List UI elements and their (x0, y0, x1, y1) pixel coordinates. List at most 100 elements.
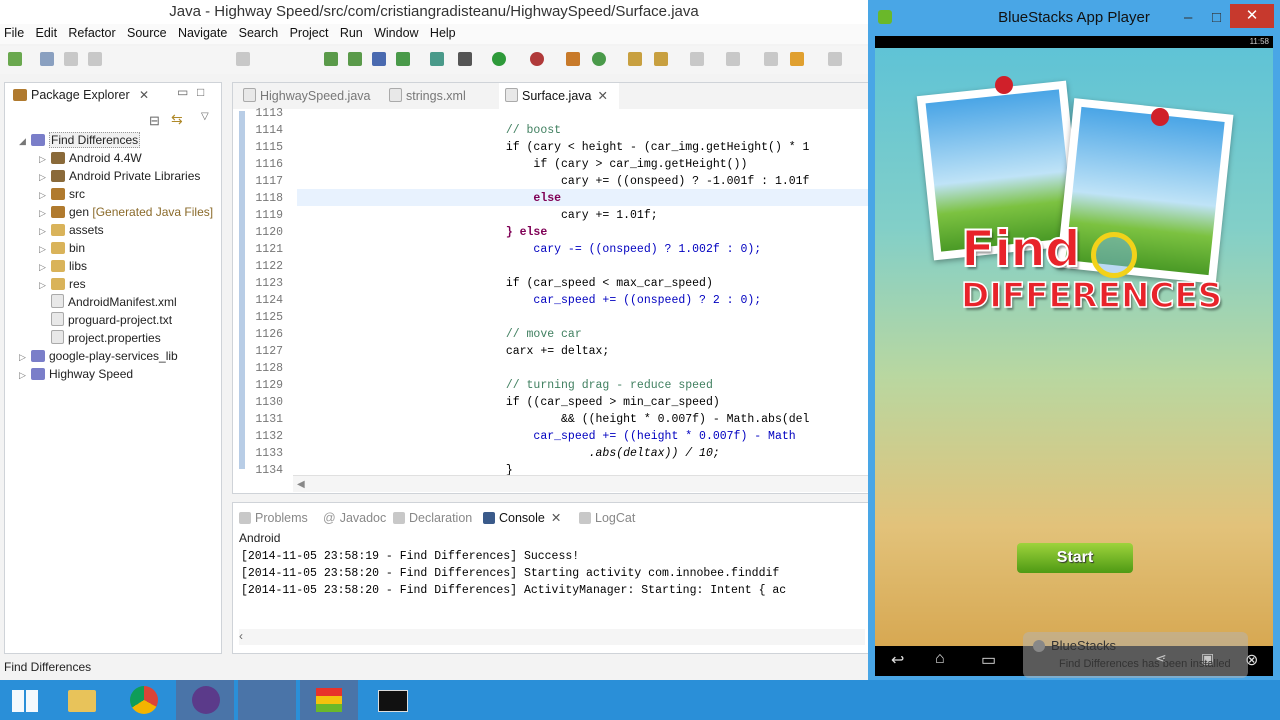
start-button[interactable]: Start (1017, 543, 1133, 573)
file-explorer-icon[interactable] (52, 680, 110, 720)
home-icon[interactable]: ⌂ (935, 650, 945, 668)
close-icon[interactable]: ✕ (139, 88, 149, 102)
tab-problems[interactable]: Problems (239, 509, 308, 527)
menu-edit[interactable]: Edit (32, 24, 62, 43)
new-java-project-icon[interactable] (566, 52, 580, 66)
menu-search[interactable]: Search (235, 24, 283, 43)
tab-surface-java[interactable]: Surface.java ✕ (499, 83, 619, 109)
tree-item-find-differences[interactable]: ◢ Find Differences (19, 131, 141, 150)
windows-start-icon[interactable] (0, 680, 58, 720)
javadoc-icon: @ (323, 511, 336, 525)
collapsed-arrow-icon[interactable]: ▷ (19, 348, 31, 366)
collapsed-arrow-icon[interactable]: ▷ (39, 240, 51, 258)
lint-icon[interactable] (372, 52, 386, 66)
chrome-icon[interactable] (114, 680, 172, 720)
collapsed-arrow-icon[interactable]: ▷ (39, 150, 51, 168)
tab-javadoc[interactable]: @ Javadoc (323, 509, 386, 527)
save-icon[interactable] (40, 52, 54, 66)
new-class-icon[interactable] (592, 52, 606, 66)
collapsed-arrow-icon[interactable]: ▷ (39, 222, 51, 240)
tree-item-highway-speed[interactable]: ▷ Highway Speed (19, 365, 133, 383)
menu-help[interactable]: Help (426, 24, 460, 43)
tree-item-android-4-4w[interactable]: ▷ Android 4.4W (39, 149, 142, 167)
recent-apps-icon[interactable]: ▭ (981, 650, 996, 670)
line-number: 1132 (255, 430, 283, 443)
tree-item-proguard-project[interactable]: proguard-project.txt (51, 311, 172, 329)
collapsed-arrow-icon[interactable]: ▷ (39, 258, 51, 276)
command-prompt-icon[interactable] (362, 680, 420, 720)
avd-manager-icon[interactable] (348, 52, 362, 66)
menu-navigate[interactable]: Navigate (174, 24, 231, 43)
menu-project[interactable]: Project (286, 24, 333, 43)
scroll-left-icon[interactable]: ◀ (297, 479, 305, 490)
collapsed-arrow-icon[interactable]: ▷ (39, 276, 51, 294)
menu-run[interactable]: Run (336, 24, 367, 43)
tab-declaration[interactable]: Declaration (393, 509, 472, 527)
new-icon[interactable] (8, 52, 22, 66)
android-sdk-icon[interactable] (324, 52, 338, 66)
tree-item-bin[interactable]: ▷ bin (39, 239, 85, 257)
sdk-tool-icon[interactable] (430, 52, 444, 66)
close-icon[interactable]: ✕ (597, 89, 607, 103)
tree-item-android-private-libraries[interactable]: ▷ Android Private Libraries (39, 167, 200, 185)
close-window-button[interactable]: ✕ (1230, 4, 1274, 28)
collapse-all-icon[interactable]: ⊟ (149, 113, 160, 129)
install-notification[interactable]: BlueStacks Find Differences has been ins… (1023, 632, 1248, 678)
open-type-icon[interactable] (628, 52, 642, 66)
menu-source[interactable]: Source (123, 24, 171, 43)
tab-console[interactable]: Console ✕ (483, 509, 562, 527)
tree-item-libs[interactable]: ▷ libs (39, 257, 87, 275)
back-icon[interactable]: ↩ (891, 650, 904, 670)
tree-item-android-manifest[interactable]: AndroidManifest.xml (51, 293, 177, 311)
tree-item-gen[interactable]: ▷ gen [Generated Java Files] (39, 203, 213, 221)
minimize-icon[interactable]: – (1184, 0, 1192, 36)
menu-window[interactable]: Window (370, 24, 422, 43)
nav-forward-icon[interactable] (828, 52, 842, 66)
tab-logcat[interactable]: LogCat (579, 509, 635, 527)
view-menu-icon[interactable]: ▽ (201, 111, 209, 122)
line-number: 1116 (255, 158, 283, 171)
run-icon[interactable] (492, 52, 506, 66)
scroll-left-icon[interactable]: ‹ (239, 629, 243, 643)
menu-file[interactable]: File (0, 24, 28, 43)
external-tools-icon[interactable] (530, 52, 544, 66)
horizontal-scrollbar[interactable]: ◀ (293, 475, 869, 492)
collapsed-arrow-icon[interactable]: ▷ (39, 204, 51, 222)
tree-item-project-properties[interactable]: project.properties (51, 329, 161, 347)
search-tool-icon[interactable] (654, 52, 668, 66)
tab-highwayspeed-java[interactable]: HighwaySpeed.java (237, 83, 387, 109)
line-number: 1115 (255, 141, 283, 154)
debug-icon[interactable] (458, 52, 472, 66)
collapsed-arrow-icon[interactable]: ▷ (19, 366, 31, 384)
debug-tool-icon[interactable] (236, 52, 250, 66)
minimize-icon[interactable]: ▭ (177, 85, 188, 99)
check-icon[interactable] (396, 52, 410, 66)
game-screen[interactable]: Find DIFFERENCES Start (875, 48, 1273, 646)
annotation-icon[interactable] (690, 52, 704, 66)
link-with-editor-icon[interactable]: ⇆ (171, 111, 183, 128)
last-edit-icon[interactable] (726, 52, 740, 66)
tab-strings-xml[interactable]: strings.xml (383, 83, 483, 109)
save-all-icon[interactable] (64, 52, 78, 66)
close-icon[interactable]: ✕ (551, 511, 561, 525)
collapsed-arrow-icon[interactable]: ▷ (39, 186, 51, 204)
menu-bar: File Edit Refactor Source Navigate Searc… (0, 24, 868, 44)
blank-window-icon[interactable] (238, 680, 296, 720)
bluestacks-icon[interactable] (300, 680, 358, 720)
tree-item-res[interactable]: ▷ res (39, 275, 86, 293)
collapsed-arrow-icon[interactable]: ▷ (39, 168, 51, 186)
print-icon[interactable] (88, 52, 102, 66)
maximize-icon[interactable]: □ (1212, 0, 1221, 36)
tree-item-src[interactable]: ▷ src (39, 185, 85, 203)
folder-icon (51, 260, 65, 272)
back-icon[interactable] (764, 52, 778, 66)
tree-item-assets[interactable]: ▷ assets (39, 221, 104, 239)
maximize-icon[interactable]: □ (197, 85, 204, 99)
forward-icon[interactable] (790, 52, 804, 66)
expanded-arrow-icon[interactable]: ◢ (19, 132, 31, 150)
console-scrollbar[interactable]: ‹ (239, 629, 865, 645)
tab-package-explorer[interactable]: Package Explorer ✕ (5, 83, 155, 107)
eclipse-icon[interactable] (176, 680, 234, 720)
menu-refactor[interactable]: Refactor (64, 24, 119, 43)
tree-item-google-play-services-lib[interactable]: ▷ google-play-services_lib (19, 347, 178, 365)
